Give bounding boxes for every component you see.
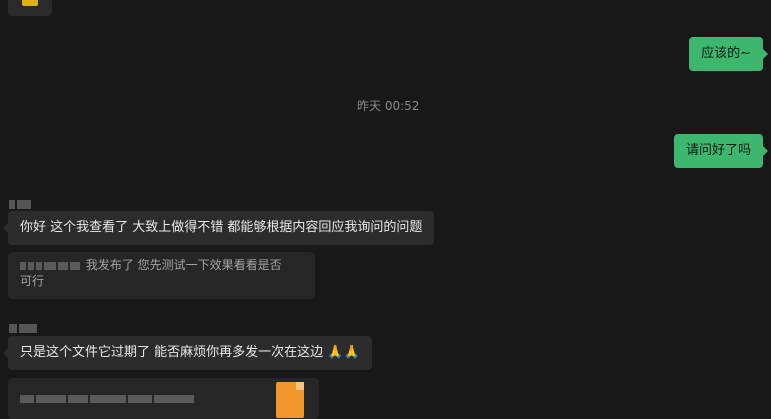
redacted-sender [58,261,68,270]
message-text: 应该的~ [701,46,751,61]
self-message[interactable]: 应该的~ [689,37,768,71]
other-message[interactable]: 只是这个文件它过期了 能否麻烦你再多发一次在这边 🙏🙏 [3,336,372,370]
redacted-text [90,394,126,403]
message-text: 请问好了吗 [685,143,751,158]
sticker-icon [22,0,38,6]
quoted-message[interactable]: 我发布了 您先测试一下效果看看是否 可行 [8,252,315,299]
redacted-sender [36,261,42,270]
redacted-text [68,394,88,403]
quote-line: 我发布了 您先测试一下效果看看是否 [20,257,303,273]
self-message[interactable]: 请问好了吗 [673,134,769,168]
sticker-message[interactable] [8,0,52,16]
redacted-sender [44,261,56,270]
quoted-message[interactable] [8,378,319,419]
redacted-sender [70,261,80,270]
timestamp: 昨天 00:52 [357,99,420,113]
quote-text-cont: 可行 [20,274,45,288]
quote-text: 我发布了 您先测试一下效果看看是否 [85,258,282,272]
redacted-text [154,394,194,403]
sender-name [9,194,33,209]
redacted-text [36,394,66,403]
redacted-sender [20,261,26,270]
message-text: 你好 这个我查看了 大致上做得不错 都能够根据内容回应我询问的问题 [20,220,423,235]
file-icon [276,382,304,418]
redacted-text [128,394,152,403]
pray-emoji: 🙏🙏 [327,345,360,360]
redacted-text [20,394,34,403]
message-text: 只是这个文件它过期了 能否麻烦你再多发一次在这边 [20,345,324,360]
other-message[interactable]: 你好 这个我查看了 大致上做得不错 都能够根据内容回应我询问的问题 [2,211,435,245]
redacted-sender [28,261,34,270]
sender-name [9,318,39,333]
